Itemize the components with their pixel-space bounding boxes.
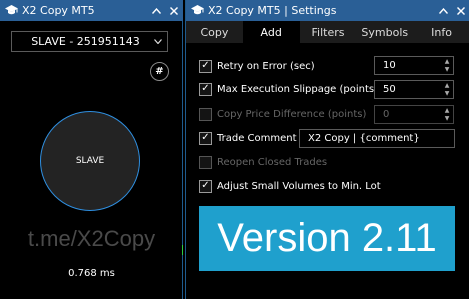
trade-comment-checkbox[interactable]: ✓ <box>199 131 212 145</box>
close-icon[interactable] <box>452 0 469 21</box>
close-icon[interactable] <box>165 0 183 21</box>
latency-readout: 0.768 ms <box>68 268 115 279</box>
check-icon: ✓ <box>201 83 210 94</box>
max-slippage-label: Max Execution Slippage (points) <box>217 83 379 95</box>
mode-label: SLAVE <box>75 156 105 166</box>
copy-price-diff-label: Copy Price Difference (points) <box>217 108 367 120</box>
max-slippage-input[interactable]: 50 ▲ ▼ <box>374 80 454 99</box>
main-panel-title: X2 Copy MT5 <box>22 4 95 17</box>
trade-comment-label: Trade Comment <box>217 132 297 144</box>
chevron-down-icon[interactable] <box>149 37 167 47</box>
reopen-closed-label: Reopen Closed Trades <box>217 156 328 168</box>
reopen-closed-checkbox[interactable] <box>199 155 212 169</box>
adjust-small-volumes-checkbox[interactable]: ✓ <box>199 179 212 193</box>
copy-price-diff-input[interactable]: 0 ▲ ▼ <box>374 105 454 124</box>
tab-info[interactable]: Info <box>413 21 469 43</box>
main-panel-titlebar[interactable]: X2 Copy MT5 <box>0 0 183 21</box>
chevron-up-icon[interactable] <box>147 0 165 21</box>
spin-down-icon[interactable]: ▼ <box>445 115 450 123</box>
retry-on-error-spinner[interactable]: ▲ ▼ <box>441 57 453 74</box>
version-banner: Version 2.11 <box>199 206 455 271</box>
graduation-cap-icon <box>190 4 204 18</box>
check-icon: ✓ <box>201 180 210 191</box>
max-slippage-checkbox[interactable]: ✓ <box>199 82 212 96</box>
copy-price-diff-spinner[interactable]: ▲ ▼ <box>441 106 453 123</box>
check-icon: ✓ <box>201 132 210 143</box>
tab-add[interactable]: Add <box>242 21 300 43</box>
retry-on-error-option[interactable]: ✓ Retry on Error (sec) <box>199 58 315 74</box>
adjust-small-volumes-option[interactable]: ✓ Adjust Small Volumes to Min. Lot <box>199 178 381 194</box>
reopen-closed-option[interactable]: Reopen Closed Trades <box>199 154 327 170</box>
check-icon: ✓ <box>201 60 210 71</box>
trade-comment-input[interactable]: X2 Copy | {comment} <box>299 129 455 148</box>
spin-up-icon[interactable]: ▲ <box>445 58 450 66</box>
settings-titlebar[interactable]: X2 Copy MT5 | Settings <box>186 0 469 21</box>
spin-up-icon[interactable]: ▲ <box>445 82 450 90</box>
settings-title: X2 Copy MT5 | Settings <box>208 4 337 17</box>
account-select-value: SLAVE - 251951143 <box>31 35 140 48</box>
mode-circle-button[interactable]: SLAVE <box>40 111 140 211</box>
max-slippage-option[interactable]: ✓ Max Execution Slippage (points) <box>199 81 378 97</box>
copy-price-diff-checkbox[interactable] <box>199 107 212 121</box>
retry-on-error-value: 10 <box>383 60 396 71</box>
settings-tabs: Copy Add Filters Symbols Info <box>186 21 469 43</box>
max-slippage-spinner[interactable]: ▲ ▼ <box>441 81 453 98</box>
tab-filters[interactable]: Filters <box>299 21 357 43</box>
trade-comment-option[interactable]: ✓ Trade Comment <box>199 130 297 146</box>
retry-on-error-label: Retry on Error (sec) <box>217 60 315 72</box>
separator-marker <box>182 245 183 255</box>
main-panel-window: X2 Copy MT5 SLAVE - 251951143 # SLAVE t.… <box>0 0 183 299</box>
copy-price-diff-value: 0 <box>383 109 390 120</box>
settings-window: X2 Copy MT5 | Settings Copy Add Filters … <box>185 0 469 299</box>
telegram-watermark: t.me/X2Copy <box>27 226 156 251</box>
retry-on-error-input[interactable]: 10 ▲ ▼ <box>374 56 454 75</box>
retry-on-error-checkbox[interactable]: ✓ <box>199 59 212 73</box>
copy-price-diff-option[interactable]: Copy Price Difference (points) <box>199 106 366 122</box>
graduation-cap-icon <box>4 4 18 18</box>
hash-button[interactable]: # <box>150 62 169 81</box>
max-slippage-value: 50 <box>383 84 396 95</box>
spin-down-icon[interactable]: ▼ <box>445 90 450 98</box>
adjust-small-volumes-label: Adjust Small Volumes to Min. Lot <box>217 180 381 192</box>
tab-copy[interactable]: Copy <box>186 21 243 43</box>
spin-up-icon[interactable]: ▲ <box>445 107 450 115</box>
tab-symbols[interactable]: Symbols <box>356 21 414 43</box>
account-select[interactable]: SLAVE - 251951143 <box>11 31 168 52</box>
spin-down-icon[interactable]: ▼ <box>445 66 450 74</box>
chevron-up-icon[interactable] <box>434 0 452 21</box>
